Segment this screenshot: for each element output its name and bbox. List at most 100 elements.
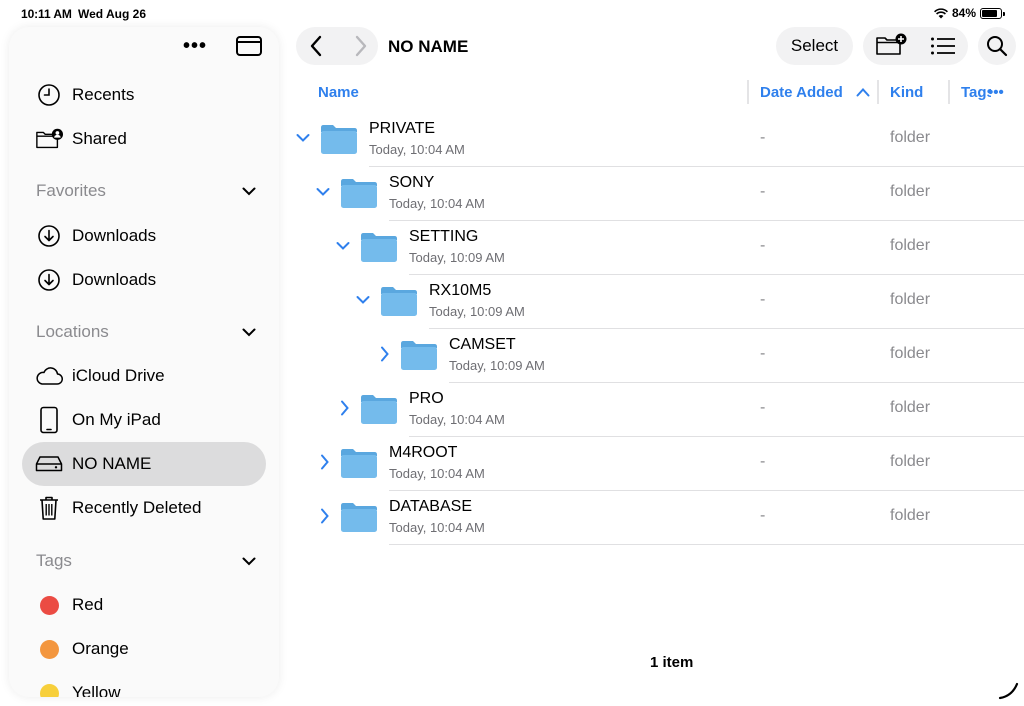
sidebar-item-label: Red bbox=[72, 595, 104, 614]
folder-icon bbox=[341, 503, 377, 532]
chevron-down-icon[interactable] bbox=[296, 133, 310, 143]
file-name: RX10M5 bbox=[429, 282, 492, 299]
folder-icon bbox=[361, 233, 397, 262]
section-title: Tags bbox=[36, 551, 72, 570]
status-date: Wed Aug 26 bbox=[78, 7, 147, 21]
toolbar-buttons bbox=[863, 27, 968, 65]
sidebar-toggle-icon[interactable] bbox=[236, 36, 262, 56]
sidebar-item-label: Recents bbox=[72, 85, 135, 104]
file-kind: folder bbox=[890, 183, 931, 200]
column-header-tags[interactable]: Tags bbox=[961, 84, 991, 101]
list-view-icon[interactable] bbox=[930, 36, 956, 56]
file-name: M4ROOT bbox=[389, 444, 458, 461]
clock-icon bbox=[35, 81, 63, 109]
sidebar-tag-red[interactable]: Red bbox=[22, 583, 266, 627]
sidebar-item-label: Orange bbox=[72, 639, 129, 658]
folder-icon bbox=[341, 179, 377, 208]
file-name: SONY bbox=[389, 174, 435, 191]
folder-icon bbox=[381, 287, 417, 316]
chevron-right-icon[interactable] bbox=[320, 508, 330, 524]
column-separator[interactable] bbox=[948, 80, 950, 104]
back-chevron-icon[interactable] bbox=[307, 34, 327, 58]
file-name: PRIVATE bbox=[369, 120, 436, 137]
folder-icon bbox=[321, 125, 357, 154]
column-header-kind[interactable]: Kind bbox=[890, 84, 923, 101]
file-kind: folder bbox=[890, 291, 931, 308]
file-date: Today, 10:04 AM bbox=[369, 142, 465, 157]
file-kind: folder bbox=[890, 399, 931, 416]
sidebar-section-tags[interactable]: Tags bbox=[36, 546, 256, 576]
file-date: Today, 10:04 AM bbox=[389, 520, 485, 535]
chevron-down-icon[interactable] bbox=[316, 187, 330, 197]
row-divider bbox=[389, 544, 1024, 545]
file-date-added: - bbox=[760, 453, 766, 470]
file-name: SETTING bbox=[409, 228, 479, 245]
table-row[interactable]: M4ROOT Today, 10:04 AM - folder bbox=[0, 437, 1024, 491]
more-options-icon[interactable]: ••• bbox=[183, 35, 207, 58]
status-time: 10:11 AM bbox=[21, 7, 72, 21]
file-date: Today, 10:04 AM bbox=[389, 196, 485, 211]
status-right: 84% bbox=[934, 6, 1005, 20]
table-row[interactable]: RX10M5 Today, 10:09 AM - folder bbox=[0, 275, 1024, 329]
file-date: Today, 10:09 AM bbox=[409, 250, 505, 265]
forward-chevron-icon[interactable] bbox=[350, 34, 370, 58]
file-kind: folder bbox=[890, 507, 931, 524]
battery-icon bbox=[980, 7, 1005, 19]
battery-percent: 84% bbox=[951, 6, 976, 20]
file-date: Today, 10:09 AM bbox=[449, 358, 545, 373]
item-count: 1 item bbox=[650, 654, 694, 671]
column-header-name[interactable]: Name bbox=[318, 84, 359, 101]
tag-dot-icon bbox=[35, 591, 63, 619]
file-kind: folder bbox=[890, 453, 931, 470]
folder-icon bbox=[401, 341, 437, 370]
folder-icon bbox=[361, 395, 397, 424]
chevron-right-icon[interactable] bbox=[380, 346, 390, 362]
table-row[interactable]: DATABASE Today, 10:04 AM - folder bbox=[0, 491, 1024, 545]
sidebar-tag-yellow[interactable]: Yellow bbox=[22, 671, 266, 697]
select-button[interactable]: Select bbox=[776, 27, 853, 65]
wifi-icon bbox=[934, 7, 948, 18]
column-header-date-added[interactable]: Date Added bbox=[760, 84, 843, 101]
file-name: PRO bbox=[409, 390, 444, 407]
file-kind: folder bbox=[890, 237, 931, 254]
sort-ascending-icon[interactable] bbox=[856, 87, 870, 97]
table-row[interactable]: CAMSET Today, 10:09 AM - folder bbox=[0, 329, 1024, 383]
search-button[interactable] bbox=[978, 27, 1016, 65]
tag-dot-icon bbox=[35, 635, 63, 663]
file-kind: folder bbox=[890, 129, 931, 146]
search-icon bbox=[987, 36, 1008, 57]
sidebar-item-recents[interactable]: Recents bbox=[22, 73, 266, 117]
tag-dot-icon bbox=[35, 679, 63, 697]
file-date-added: - bbox=[760, 345, 766, 362]
folder-icon bbox=[341, 449, 377, 478]
file-date: Today, 10:04 AM bbox=[389, 466, 485, 481]
file-date-added: - bbox=[760, 507, 766, 524]
table-row[interactable]: SETTING Today, 10:09 AM - folder bbox=[0, 221, 1024, 275]
file-date-added: - bbox=[760, 237, 766, 254]
page-title: NO NAME bbox=[388, 37, 469, 56]
file-name: DATABASE bbox=[389, 498, 472, 515]
new-folder-icon[interactable] bbox=[875, 33, 909, 57]
file-date: Today, 10:09 AM bbox=[429, 304, 525, 319]
chevron-right-icon[interactable] bbox=[340, 400, 350, 416]
table-row[interactable]: PRIVATE Today, 10:04 AM - folder bbox=[0, 113, 1024, 167]
column-separator[interactable] bbox=[747, 80, 749, 104]
file-date-added: - bbox=[760, 129, 766, 146]
navigation-buttons bbox=[296, 27, 378, 65]
file-date-added: - bbox=[760, 399, 766, 416]
sidebar-tag-orange[interactable]: Orange bbox=[22, 627, 266, 671]
chevron-down-icon[interactable] bbox=[242, 557, 256, 566]
file-date-added: - bbox=[760, 291, 766, 308]
file-name: CAMSET bbox=[449, 336, 516, 353]
resize-handle-icon[interactable] bbox=[998, 680, 1020, 700]
more-columns-icon[interactable]: ••• bbox=[988, 84, 1004, 101]
file-date-added: - bbox=[760, 183, 766, 200]
table-row[interactable]: SONY Today, 10:04 AM - folder bbox=[0, 167, 1024, 221]
chevron-down-icon[interactable] bbox=[356, 295, 370, 305]
table-row[interactable]: PRO Today, 10:04 AM - folder bbox=[0, 383, 1024, 437]
file-date: Today, 10:04 AM bbox=[409, 412, 505, 427]
status-bar: 10:11 AM Wed Aug 26 84% bbox=[0, 0, 1024, 28]
column-separator[interactable] bbox=[877, 80, 879, 104]
chevron-right-icon[interactable] bbox=[320, 454, 330, 470]
chevron-down-icon[interactable] bbox=[336, 241, 350, 251]
